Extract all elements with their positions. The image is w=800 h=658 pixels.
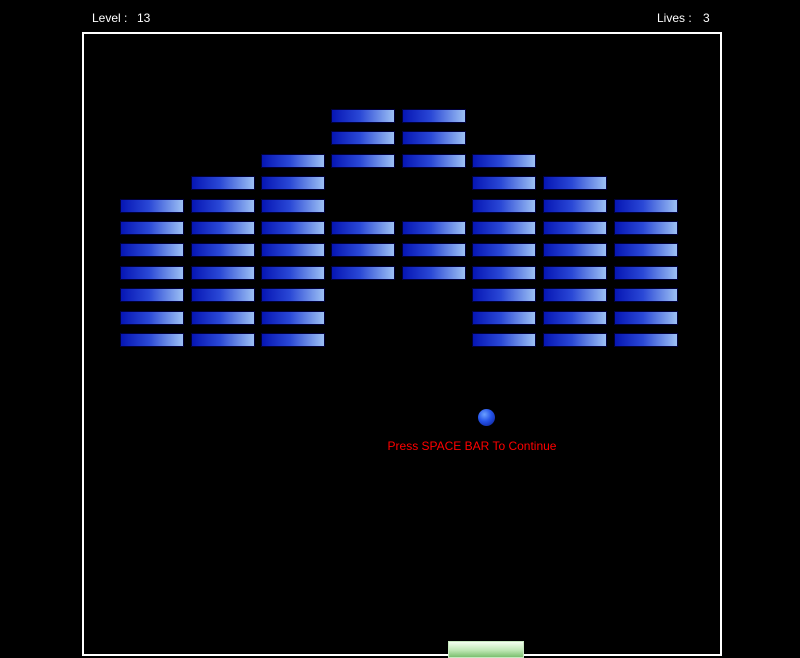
brick <box>472 221 536 235</box>
brick <box>120 311 184 325</box>
brick <box>261 199 325 213</box>
brick <box>614 333 678 347</box>
brick <box>261 154 325 168</box>
brick <box>191 243 255 257</box>
level-value: 13 <box>137 11 151 25</box>
brick <box>614 288 678 302</box>
brick <box>191 288 255 302</box>
brick <box>261 288 325 302</box>
brick <box>472 154 536 168</box>
brick <box>191 176 255 190</box>
brick <box>120 199 184 213</box>
paddle[interactable] <box>448 641 524 658</box>
brick <box>614 266 678 280</box>
brick <box>331 109 395 123</box>
brick <box>331 266 395 280</box>
brick <box>543 243 607 257</box>
brick <box>472 288 536 302</box>
brick <box>543 288 607 302</box>
brick <box>120 333 184 347</box>
brick <box>331 154 395 168</box>
brick <box>402 109 466 123</box>
brick <box>402 221 466 235</box>
brick <box>472 243 536 257</box>
brick <box>191 199 255 213</box>
ball <box>478 409 495 426</box>
brick <box>191 333 255 347</box>
brick <box>614 221 678 235</box>
brick <box>261 176 325 190</box>
brick <box>543 333 607 347</box>
continue-message: Press SPACE BAR To Continue <box>387 439 557 453</box>
game-arena: Press SPACE BAR To Continue <box>82 32 722 658</box>
brick <box>402 266 466 280</box>
brick <box>543 176 607 190</box>
brick <box>472 311 536 325</box>
brick <box>472 176 536 190</box>
level-label: Level : <box>92 11 128 25</box>
game-screen[interactable]: Level : 13 Lives : 3 Press SPACE BAR To … <box>0 0 800 658</box>
brick <box>614 311 678 325</box>
brick <box>120 221 184 235</box>
brick <box>472 266 536 280</box>
brick <box>261 333 325 347</box>
brick <box>261 243 325 257</box>
lives-value: 3 <box>703 11 710 25</box>
brick <box>614 199 678 213</box>
brick <box>331 221 395 235</box>
brick <box>261 311 325 325</box>
brick <box>614 243 678 257</box>
brick <box>120 288 184 302</box>
brick <box>261 266 325 280</box>
brick <box>120 243 184 257</box>
brick <box>191 311 255 325</box>
brick <box>402 131 466 145</box>
lives-label: Lives : <box>657 11 692 25</box>
brick <box>261 221 325 235</box>
brick <box>543 199 607 213</box>
brick <box>402 243 466 257</box>
brick <box>543 311 607 325</box>
brick <box>191 221 255 235</box>
brick <box>191 266 255 280</box>
brick <box>472 333 536 347</box>
brick <box>543 266 607 280</box>
brick <box>472 199 536 213</box>
brick <box>402 154 466 168</box>
brick <box>543 221 607 235</box>
brick <box>331 243 395 257</box>
brick <box>120 266 184 280</box>
brick <box>331 131 395 145</box>
